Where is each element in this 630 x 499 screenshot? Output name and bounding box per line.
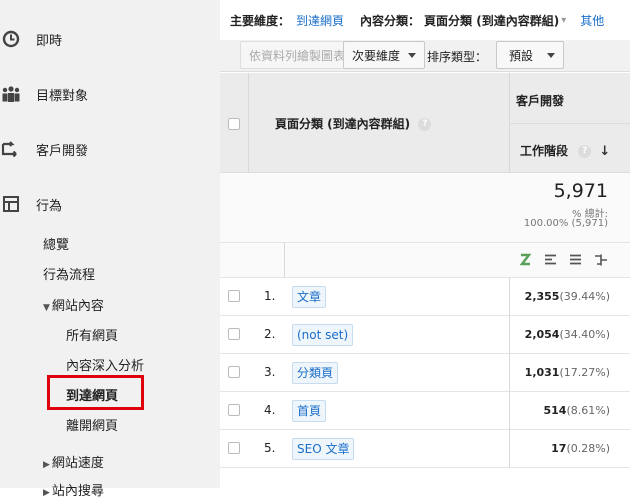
row-checkbox[interactable]: [228, 366, 240, 378]
select-all-checkbox[interactable]: [228, 118, 240, 130]
nav-all-pages[interactable]: 所有網頁: [66, 325, 118, 344]
caret-down-icon: [408, 52, 417, 58]
table-row: 1. 文章 2,355(39.44%): [220, 278, 630, 316]
row-page-group-link[interactable]: (not set): [292, 324, 354, 346]
row-checkbox[interactable]: [228, 404, 240, 416]
nav-behavior[interactable]: 行為: [0, 184, 220, 224]
view-toggle-group: [520, 253, 607, 266]
nav-acquisition-label: 客戶開發: [36, 143, 89, 159]
column-divider: [284, 243, 285, 278]
total-pct-value: 100.00% (5,971): [523, 218, 608, 229]
acquisition-arrows-icon: [0, 138, 22, 160]
row-checkbox[interactable]: [228, 290, 240, 302]
row-sessions-value: 2,054(34.40%): [525, 328, 610, 341]
row-sessions-count: 2,054: [524, 328, 560, 341]
row-sessions-pct: (39.44%): [559, 290, 610, 303]
row-sessions-count: 514: [543, 404, 567, 417]
nav-overview[interactable]: 總覽: [43, 234, 69, 253]
nav-site-content[interactable]: ▼ 網站內容: [43, 295, 104, 314]
nav-behavior-label: 行為: [36, 198, 63, 214]
percentage-view-icon[interactable]: [545, 254, 556, 265]
row-sessions-pct: (8.61%): [566, 404, 610, 417]
secondary-dimension-label: 次要維度: [352, 48, 401, 63]
table-row: 2. (not set) 2,054(34.40%): [220, 316, 630, 354]
report-main: 主要維度： 到達網頁 內容分類： 頁面分類 (到達內容群組) ▾ 其他 依資料列…: [220, 0, 630, 488]
secondary-dimension-dropdown[interactable]: 次要維度: [343, 41, 426, 69]
sort-type-label: 排序類型：: [427, 50, 488, 64]
help-icon[interactable]: ?: [578, 145, 592, 158]
total-sessions-value: 5,971: [553, 180, 608, 202]
content-group-label: 內容分類：: [360, 13, 421, 28]
table-row: 3. 分類頁 1,031(17.27%): [220, 354, 630, 392]
row-number: 5.: [264, 441, 276, 455]
other-dim-link[interactable]: 其他: [580, 12, 604, 29]
row-sessions-value: 17(0.28%): [551, 442, 610, 455]
dimension-column-header[interactable]: 頁面分類 (到達內容群組) ?: [275, 115, 432, 132]
expanded-triangle-icon: ▼: [43, 303, 50, 313]
table-row: 5. SEO 文章 17(0.28%): [220, 430, 630, 468]
sort-descending-arrow-icon[interactable]: ↓: [599, 144, 610, 159]
row-number: 2.: [264, 327, 276, 341]
nav-exit-pages[interactable]: 離開網頁: [66, 415, 118, 434]
row-page-group-link[interactable]: 分類頁: [292, 362, 339, 384]
sessions-column-header[interactable]: 工作階段 ? ↓: [520, 142, 610, 159]
row-sessions-value: 1,031(17.27%): [525, 366, 610, 379]
nav-site-content-label: 網站內容: [51, 299, 104, 314]
nav-content-drilldown[interactable]: 內容深入分析: [66, 355, 144, 374]
row-checkbox[interactable]: [228, 442, 240, 454]
content-group-dropdown-icon[interactable]: ▾: [561, 15, 566, 26]
row-sessions-value: 514(8.61%): [544, 404, 611, 417]
comparison-view-icon[interactable]: [595, 254, 607, 266]
caret-down-icon: [547, 52, 556, 58]
data-view-icon[interactable]: [520, 253, 531, 266]
primary-dim-label: 主要維度：: [230, 13, 291, 28]
collapsed-triangle-icon: ▶: [43, 488, 50, 498]
nav-site-speed[interactable]: ▶ 網站速度: [43, 452, 104, 471]
nav-behavior-flow[interactable]: 行為流程: [43, 264, 95, 283]
toolbar: 依資料列繪製圖表 次要維度 排序類型： 預設: [220, 40, 630, 72]
nav-realtime[interactable]: 即時: [0, 19, 220, 59]
people-icon: [0, 83, 22, 105]
table-row: 4. 首頁 514(8.61%): [220, 392, 630, 430]
row-page-group-link[interactable]: 首頁: [292, 400, 327, 422]
row-sessions-count: 17: [551, 442, 567, 455]
behavior-icon: [0, 193, 22, 215]
row-number: 4.: [264, 403, 276, 417]
column-divider: [509, 278, 510, 468]
row-sessions-pct: (17.27%): [559, 366, 610, 379]
help-icon[interactable]: ?: [418, 118, 432, 131]
content-group-value[interactable]: 頁面分類 (到達內容群組): [424, 12, 559, 29]
nav-site-search[interactable]: ▶ 站內搜尋: [43, 480, 104, 499]
sort-type-value: 預設: [509, 48, 534, 63]
sidebar: 即時 目標對象 客戶開發 行為 總覽 行為流程 ▼ 網站內容 所有網頁 內容深入分…: [0, 0, 220, 499]
acquisition-group-header: 客戶開發: [516, 94, 565, 108]
clock-icon: [0, 28, 22, 50]
row-number: 3.: [264, 365, 276, 379]
header-divider: [509, 123, 630, 124]
dimension-column-label: 頁面分類 (到達內容群組): [275, 117, 411, 131]
row-sessions-count: 1,031: [524, 366, 560, 379]
collapsed-triangle-icon: ▶: [43, 460, 50, 470]
nav-landing-pages[interactable]: 到達網頁: [66, 385, 118, 404]
plot-rows-button[interactable]: 依資料列繪製圖表: [240, 41, 355, 69]
row-number: 1.: [264, 289, 276, 303]
row-page-group-link[interactable]: 文章: [292, 286, 327, 308]
dimension-bar: 主要維度： 到達網頁 內容分類： 頁面分類 (到達內容群組) ▾ 其他: [220, 0, 630, 40]
sort-type-dropdown[interactable]: 預設: [496, 41, 565, 69]
row-sessions-pct: (0.28%): [566, 442, 610, 455]
row-sessions-value: 2,355(39.44%): [525, 290, 610, 303]
nav-site-speed-label: 網站速度: [51, 456, 104, 471]
row-sessions-pct: (34.40%): [559, 328, 610, 341]
row-checkbox[interactable]: [228, 328, 240, 340]
nav-audience[interactable]: 目標對象: [0, 74, 220, 114]
performance-view-icon[interactable]: [570, 254, 581, 265]
sessions-column-label: 工作階段: [520, 144, 569, 158]
nav-audience-label: 目標對象: [36, 88, 89, 104]
row-page-group-link[interactable]: SEO 文章: [292, 438, 355, 460]
nav-site-search-label: 站內搜尋: [51, 484, 104, 499]
primary-dim-landing-link[interactable]: 到達網頁: [296, 12, 344, 29]
nav-acquisition[interactable]: 客戶開發: [0, 129, 220, 169]
row-sessions-count: 2,355: [524, 290, 560, 303]
nav-realtime-label: 即時: [36, 33, 63, 49]
